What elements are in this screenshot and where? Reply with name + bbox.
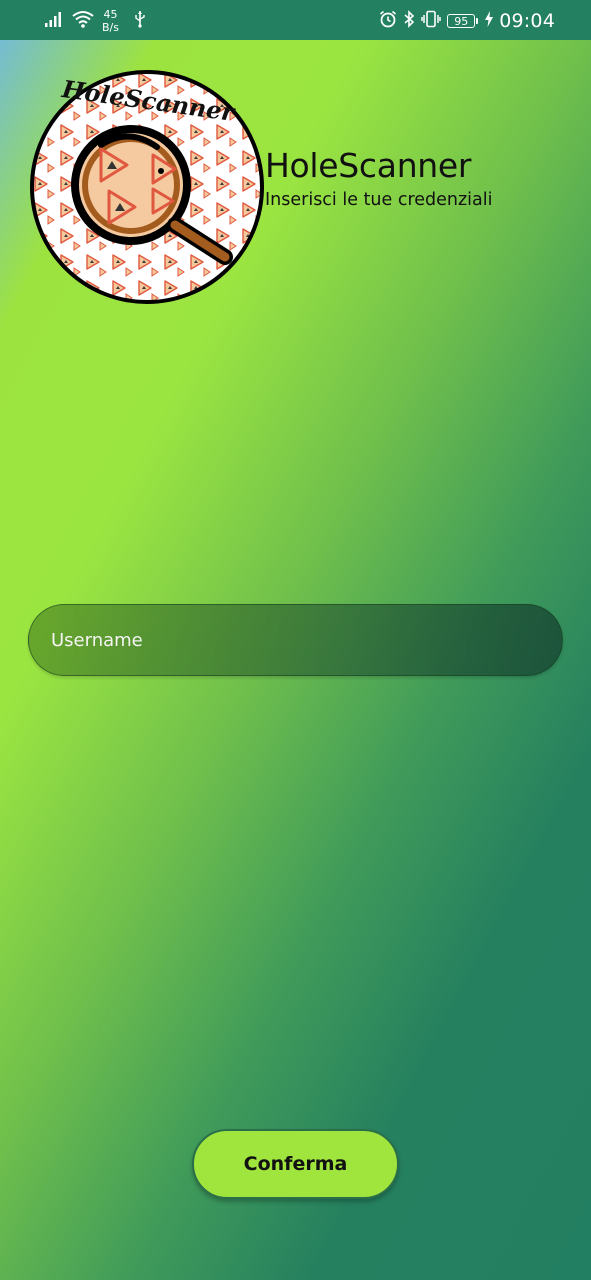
- status-bar: 45 B/s 95 09:04: [0, 0, 591, 40]
- usb-icon: [133, 10, 147, 33]
- clock: 09:04: [499, 10, 555, 32]
- net-speed-unit: B/s: [102, 21, 119, 34]
- alarm-icon: [379, 10, 397, 33]
- app-subtitle: Inserisci le tue credenziali: [265, 190, 493, 210]
- username-input[interactable]: [28, 604, 563, 676]
- net-speed-value: 45: [103, 8, 118, 21]
- status-bar-left: 45 B/s: [44, 8, 147, 34]
- confirm-button[interactable]: Conferma: [192, 1129, 399, 1199]
- status-bar-right: 95 09:04: [379, 8, 555, 34]
- battery-level: 95: [454, 15, 469, 28]
- battery-icon: 95: [447, 14, 479, 28]
- app-title: HoleScanner: [265, 146, 472, 185]
- login-screen: 45 B/s 95 09:04 HoleScanner HoleScanner …: [0, 0, 591, 1280]
- vibrate-icon: [421, 10, 441, 33]
- charging-icon: [485, 10, 494, 32]
- wifi-icon: [72, 10, 94, 33]
- app-logo: HoleScanner: [29, 69, 265, 305]
- bluetooth-icon: [403, 9, 415, 33]
- net-speed: 45 B/s: [102, 8, 119, 34]
- signal-icon: [44, 11, 64, 32]
- holescanner-logo-icon: HoleScanner: [30, 70, 264, 304]
